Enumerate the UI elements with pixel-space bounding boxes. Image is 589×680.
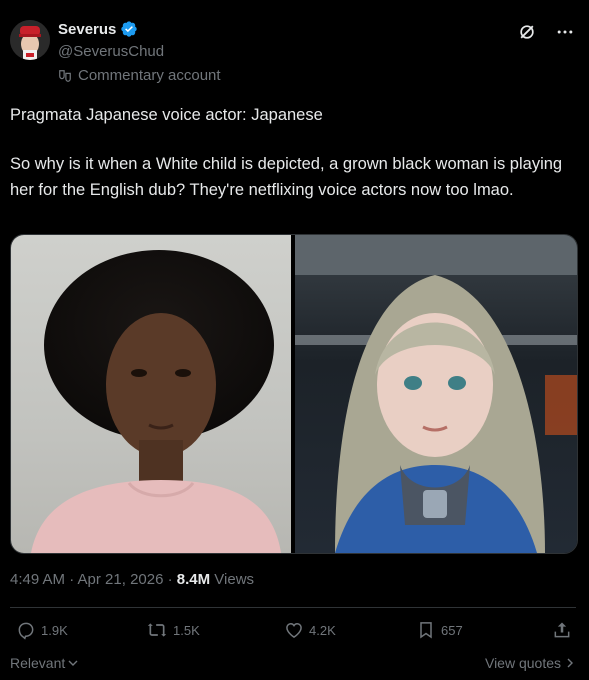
avatar-image (10, 20, 50, 60)
heart-icon (286, 622, 302, 638)
reply-button[interactable]: 1.9K (16, 620, 68, 640)
repost-button[interactable]: 1.5K (146, 620, 200, 640)
author-name-row[interactable]: Severus (58, 20, 138, 38)
chevron-down-icon (68, 660, 78, 666)
grok-icon[interactable] (517, 22, 537, 42)
bookmark-button[interactable]: 657 (416, 620, 463, 640)
views-count: 8.4M (176, 571, 211, 588)
repost-icon (147, 623, 167, 637)
share-icon (554, 622, 570, 638)
masks-icon (59, 69, 71, 82)
woman-portrait-image (31, 250, 281, 553)
bookmark-icon (420, 622, 432, 639)
post-media[interactable] (10, 234, 578, 554)
views-label: Views (210, 571, 255, 588)
share-button[interactable] (552, 620, 572, 640)
view-quotes-label: View quotes (484, 655, 561, 671)
view-quotes-link[interactable]: View quotes (485, 655, 575, 671)
post-text-line1: Pragmata Japanese voice actor: Japanese (10, 106, 323, 124)
author-name[interactable]: Severus (58, 21, 116, 38)
commentary-label: Commentary account (78, 67, 221, 84)
post-actions-bar: 1.9K 1.5K 4.2K 657 (10, 620, 576, 646)
bookmark-count: 657 (441, 622, 463, 638)
sort-dropdown[interactable]: Relevant (10, 655, 79, 671)
reply-count: 1.9K (41, 622, 68, 638)
more-options-icon[interactable] (555, 22, 575, 42)
media-photo-right[interactable] (295, 235, 577, 553)
like-count: 4.2K (309, 622, 336, 638)
post-top-actions (517, 22, 575, 42)
separator (10, 607, 576, 608)
like-button[interactable]: 4.2K (284, 620, 336, 640)
game-character-image (295, 235, 577, 553)
sort-label: Relevant (10, 655, 66, 671)
repost-count: 1.5K (173, 622, 200, 638)
post-timestamp[interactable]: 4:49 AM · Apr 21, 2026 · (10, 571, 177, 588)
post-text-line2: So why is it when a White child is depic… (10, 155, 563, 199)
post-meta: 4:49 AM · Apr 21, 2026 · 8.4M Views (10, 571, 254, 588)
verified-badge-icon (121, 21, 138, 37)
avatar[interactable] (10, 20, 50, 60)
commentary-badge[interactable]: Commentary account (58, 67, 221, 84)
reply-icon (18, 622, 34, 640)
chevron-right-icon (567, 658, 573, 668)
media-photo-left[interactable] (11, 235, 291, 553)
author-handle[interactable]: @SeverusChud (58, 43, 164, 60)
